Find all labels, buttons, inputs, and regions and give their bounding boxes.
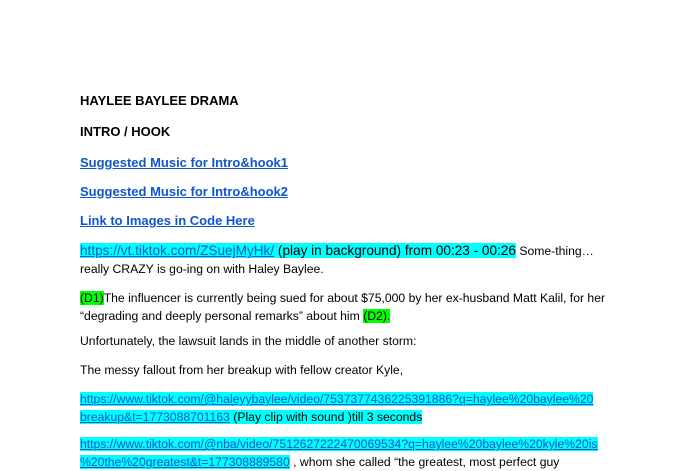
paragraph-3: Unfortunately, the lawsuit lands in the …: [80, 334, 417, 348]
doc-title: HAYLEE BAYLEE DRAMA: [80, 93, 239, 108]
tiktok-link-3-line1[interactable]: https://www.tiktok.com/@nba/video/751262…: [80, 437, 598, 451]
paragraph-6: https://www.tiktok.com/@nba/video/751262…: [80, 435, 599, 471]
para1-text1: Some-thing…: [515, 244, 594, 258]
para2-text2: “degrading and deeply personal remarks” …: [80, 309, 364, 323]
d2-tag: (D2).: [363, 309, 391, 323]
para1-text2: really CRAZY is go-ing on with Haley Bay…: [80, 262, 324, 276]
paragraph-4: The messy fallout from her breakup with …: [80, 363, 404, 377]
tiktok-link-3-line2[interactable]: %20the%20greatest&t=177308889580: [80, 455, 290, 469]
music-link-1[interactable]: Suggested Music for Intro&hook1: [80, 155, 288, 170]
tiktok-link-2-line2[interactable]: breakup&t=1773088701163: [80, 410, 230, 424]
d1-tag: (D1): [80, 291, 104, 305]
tiktok-link-1[interactable]: https://vt.tiktok.com/ZSuejMyHk/: [80, 243, 274, 258]
paragraph-1: https://vt.tiktok.com/ZSuejMyHk/ (play i…: [80, 242, 599, 278]
images-link[interactable]: Link to Images in Code Here: [80, 213, 255, 228]
paragraph-2: (D1)The influencer is currently being su…: [80, 289, 605, 325]
music-link-2[interactable]: Suggested Music for Intro&hook2: [80, 184, 288, 199]
para6-text2: , whom she called “the greatest, most pe…: [289, 455, 560, 469]
section-heading: INTRO / HOOK: [80, 124, 171, 139]
play-note: (play in background) from 00:23 - 00:26: [274, 243, 516, 258]
para2-text1: The influencer is currently being sued f…: [103, 291, 606, 305]
clip-note: (Play clip with sound )till 3 seconds: [229, 410, 423, 424]
paragraph-5: https://www.tiktok.com/@haleyybaylee/vid…: [80, 390, 599, 426]
tiktok-link-2-line1[interactable]: https://www.tiktok.com/@haleyybaylee/vid…: [80, 392, 593, 406]
